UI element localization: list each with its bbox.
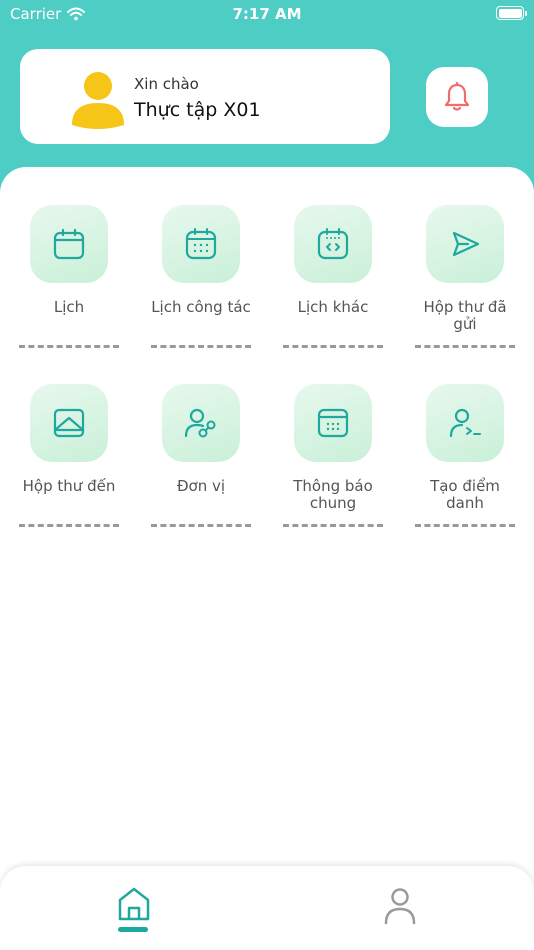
menu-item-label: Hộp thư đến (22, 477, 116, 495)
menu-item-label: Tạo điểm danh (430, 477, 500, 512)
active-tab-indicator (118, 927, 148, 932)
calendar-icon (53, 228, 85, 260)
work-calendar-icon (185, 228, 217, 260)
menu-item-lich-khac[interactable]: Lịch khác (273, 205, 393, 348)
notification-button[interactable] (426, 67, 488, 127)
icon-container (426, 384, 504, 462)
menu-item-label: Lịch khác (297, 298, 369, 316)
menu-item-tao-diem-danh[interactable]: Tạo điểm danh (405, 384, 525, 527)
icon-container (162, 384, 240, 462)
icon-container (294, 384, 372, 462)
dashed-divider (415, 345, 515, 348)
menu-item-label: Thông báo chung (293, 477, 373, 512)
dashed-divider (151, 345, 251, 348)
icon-container (30, 384, 108, 462)
status-bar: Carrier 7:17 AM (0, 0, 534, 30)
menu-item-don-vi[interactable]: Đơn vị (141, 384, 261, 527)
nav-home[interactable] (112, 884, 156, 934)
user-name: Thực tập X01 (134, 99, 261, 121)
bottom-nav (0, 866, 534, 950)
icon-container (294, 205, 372, 283)
status-time: 7:17 AM (232, 5, 302, 23)
battery-icon (496, 6, 527, 20)
unit-icon (184, 408, 216, 438)
avatar (72, 72, 124, 129)
dashed-divider (19, 345, 119, 348)
icon-container (426, 205, 504, 283)
menu-item-hop-thu-da-gui[interactable]: Hộp thư đã gửi (405, 205, 525, 348)
menu-item-label: Lịch công tác (151, 298, 251, 316)
main-panel: Lịch Lịch công tác Lịch khác Hộp thư đã … (0, 167, 534, 950)
menu-item-hop-thu-den[interactable]: Hộp thư đến (9, 384, 129, 527)
menu-item-lich[interactable]: Lịch (9, 205, 129, 348)
bell-icon (444, 82, 470, 111)
other-calendar-icon (317, 228, 349, 260)
dashed-divider (283, 345, 383, 348)
user-icon (384, 888, 416, 925)
dashed-divider (151, 524, 251, 527)
inbox-icon (53, 408, 85, 438)
attendance-icon (449, 408, 481, 438)
send-icon (452, 231, 480, 257)
greeting-text: Xin chào (134, 75, 199, 93)
home-icon (118, 887, 150, 921)
dashed-divider (283, 524, 383, 527)
icon-container (30, 205, 108, 283)
user-card: Xin chào Thực tập X01 (20, 49, 390, 144)
dashed-divider (415, 524, 515, 527)
icon-container (162, 205, 240, 283)
dashed-divider (19, 524, 119, 527)
menu-item-label: Hộp thư đã gửi (423, 298, 507, 333)
menu-item-thong-bao-chung[interactable]: Thông báo chung (273, 384, 393, 527)
menu-item-lich-cong-tac[interactable]: Lịch công tác (141, 205, 261, 348)
menu-item-label: Lịch (53, 298, 85, 316)
nav-profile[interactable] (382, 886, 418, 926)
announcement-icon (317, 408, 349, 438)
menu-item-label: Đơn vị (176, 477, 226, 495)
